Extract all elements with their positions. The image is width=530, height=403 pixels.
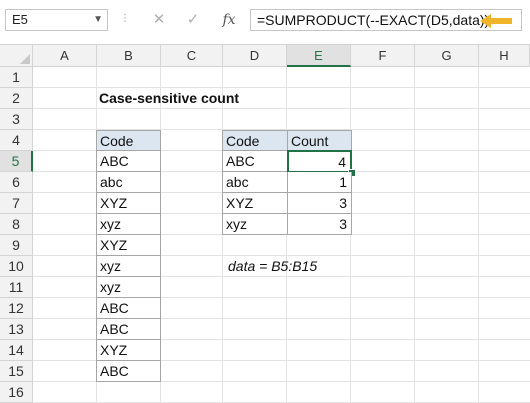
count-cell[interactable]: 3 xyxy=(287,193,352,214)
row-header-16[interactable]: 16 xyxy=(0,382,33,403)
row-header-2[interactable]: 2 xyxy=(0,88,33,109)
row-header-1[interactable]: 1 xyxy=(0,67,33,88)
arrow-left-icon xyxy=(480,14,512,28)
row-header-9[interactable]: 9 xyxy=(0,235,33,256)
row-header-15[interactable]: 15 xyxy=(0,361,33,382)
data-cell[interactable]: abc xyxy=(96,172,161,193)
row-header-13[interactable]: 13 xyxy=(0,319,33,340)
formula-text: =SUMPRODUCT(--EXACT(D5,data)) xyxy=(257,12,490,28)
data-cell[interactable]: XYZ xyxy=(96,340,161,361)
count-code-cell[interactable]: ABC xyxy=(222,151,288,172)
formula-bar: E5 ▼ ⋮ ✕ ✓ fx =SUMPRODUCT(--EXACT(D5,dat… xyxy=(0,0,530,45)
close-icon[interactable]: ✕ xyxy=(148,9,170,31)
count-code-cell[interactable]: XYZ xyxy=(222,193,288,214)
count-code-cell[interactable]: abc xyxy=(222,172,288,193)
row-header-6[interactable]: 6 xyxy=(0,172,33,193)
column-header-h[interactable]: H xyxy=(479,45,530,67)
row-header-7[interactable]: 7 xyxy=(0,193,33,214)
row-header-5[interactable]: 5 xyxy=(0,151,33,172)
count-table-header-count[interactable]: Count xyxy=(287,130,352,151)
count-cell[interactable]: 1 xyxy=(287,172,352,193)
data-cell[interactable]: xyz xyxy=(96,256,161,277)
separator-dots-icon: ⋮ xyxy=(120,13,130,24)
data-table-header[interactable]: Code xyxy=(96,130,161,151)
row-header-8[interactable]: 8 xyxy=(0,214,33,235)
count-table-header-code[interactable]: Code xyxy=(222,130,288,151)
data-cell[interactable]: ABC xyxy=(96,151,161,172)
data-cell[interactable]: XYZ xyxy=(96,235,161,256)
row-header-10[interactable]: 10 xyxy=(0,256,33,277)
name-box[interactable]: E5 ▼ xyxy=(5,9,108,31)
row-header-4[interactable]: 4 xyxy=(0,130,33,151)
row-header-14[interactable]: 14 xyxy=(0,340,33,361)
sheet-title[interactable]: Case-sensitive count xyxy=(99,88,239,109)
column-header-f[interactable]: F xyxy=(351,45,415,67)
name-box-value: E5 xyxy=(12,12,28,27)
select-all-corner[interactable] xyxy=(0,45,33,67)
count-cell-selected[interactable]: 4 xyxy=(287,150,352,173)
data-cell[interactable]: ABC xyxy=(96,298,161,319)
named-range-note[interactable]: data = B5:B15 xyxy=(228,256,317,277)
column-header-d[interactable]: D xyxy=(223,45,287,67)
checkmark-icon[interactable]: ✓ xyxy=(182,9,204,31)
column-header-b[interactable]: B xyxy=(97,45,161,67)
row-header-3[interactable]: 3 xyxy=(0,109,33,130)
column-header-g[interactable]: G xyxy=(415,45,479,67)
chevron-down-icon[interactable]: ▼ xyxy=(93,10,103,30)
column-header-e[interactable]: E xyxy=(287,45,351,67)
column-header-c[interactable]: C xyxy=(161,45,223,67)
data-cell[interactable]: xyz xyxy=(96,277,161,298)
fx-icon[interactable]: fx xyxy=(218,9,240,31)
data-cell[interactable]: XYZ xyxy=(96,193,161,214)
count-code-cell[interactable]: xyz xyxy=(222,214,288,235)
row-header-12[interactable]: 12 xyxy=(0,298,33,319)
data-cell[interactable]: ABC xyxy=(96,319,161,340)
column-header-a[interactable]: A xyxy=(33,45,97,67)
data-cell[interactable]: xyz xyxy=(96,214,161,235)
count-cell[interactable]: 3 xyxy=(287,214,352,235)
row-header-11[interactable]: 11 xyxy=(0,277,33,298)
data-cell[interactable]: ABC xyxy=(96,361,161,382)
